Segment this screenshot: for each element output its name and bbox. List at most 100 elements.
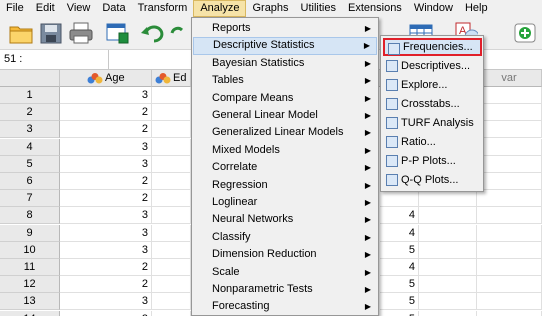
cell-ed[interactable] [152, 259, 191, 276]
save-icon[interactable] [38, 21, 64, 45]
menu-edit[interactable]: Edit [30, 0, 61, 17]
add-icon[interactable] [512, 21, 538, 45]
cell-age[interactable]: 3 [60, 224, 152, 242]
analyze-menu-item[interactable]: Scale ▶ [193, 264, 377, 282]
column-header-ed[interactable]: Ed [152, 70, 191, 87]
row-number[interactable]: 3 [0, 121, 60, 139]
cell-ed[interactable] [152, 276, 191, 294]
cell-var[interactable] [477, 241, 542, 259]
cell-value[interactable]: 4 [380, 207, 419, 225]
cell-ed[interactable] [152, 293, 191, 311]
cell-age[interactable]: 2 [60, 276, 152, 294]
analyze-menu-item[interactable]: Reports ▶ [193, 20, 377, 38]
row-number[interactable]: 7 [0, 190, 60, 208]
cell-var[interactable] [477, 121, 542, 139]
cell-ed[interactable] [152, 173, 191, 190]
cell-ed[interactable] [152, 310, 191, 316]
cell-age[interactable]: 3 [60, 293, 152, 311]
cell-ed[interactable] [152, 104, 191, 122]
cell-var[interactable] [477, 207, 542, 225]
submenu-item[interactable]: Ratio... [383, 133, 482, 151]
dialog-recall-icon[interactable] [104, 21, 130, 45]
row-number[interactable]: 5 [0, 155, 60, 173]
analyze-menu-item[interactable]: Neural Networks ▶ [193, 211, 377, 229]
analyze-menu-item[interactable]: Descriptive Statistics ▶ [193, 37, 377, 55]
print-icon[interactable] [68, 21, 94, 45]
cell-age[interactable]: 2 [60, 190, 152, 208]
cell-ed[interactable] [152, 190, 191, 208]
cell-empty[interactable] [419, 241, 477, 259]
menu-data[interactable]: Data [96, 0, 131, 17]
cell-age[interactable]: 2 [60, 173, 152, 190]
cell-var[interactable] [477, 104, 542, 122]
row-number[interactable]: 2 [0, 104, 60, 122]
analyze-menu-item[interactable]: Forecasting ▶ [193, 298, 377, 316]
cell-empty[interactable] [419, 224, 477, 242]
cell-ed[interactable] [152, 224, 191, 242]
row-number[interactable]: 1 [0, 87, 60, 104]
menu-file[interactable]: File [0, 0, 30, 17]
menu-graphs[interactable]: Graphs [246, 0, 294, 17]
submenu-item[interactable]: TURF Analysis [383, 114, 482, 132]
submenu-item[interactable]: Frequencies... [383, 38, 482, 56]
row-number[interactable]: 13 [0, 293, 60, 311]
menu-view[interactable]: View [61, 0, 97, 17]
cell-var[interactable] [477, 190, 542, 208]
analyze-menu-item[interactable]: General Linear Model ▶ [193, 107, 377, 125]
cell-value[interactable] [380, 190, 419, 208]
cell-var[interactable] [477, 259, 542, 276]
cell-value[interactable]: 4 [380, 259, 419, 276]
submenu-item[interactable]: Crosstabs... [383, 95, 482, 113]
submenu-item[interactable]: Explore... [383, 76, 482, 94]
cell-empty[interactable] [419, 276, 477, 294]
column-header-var[interactable]: var [477, 70, 542, 87]
cell-empty[interactable] [419, 310, 477, 316]
menu-analyze[interactable]: Analyze [193, 0, 247, 17]
analyze-menu-item[interactable]: Nonparametric Tests ▶ [193, 281, 377, 299]
row-number[interactable]: 12 [0, 276, 60, 294]
cell-age[interactable]: 2 [60, 121, 152, 139]
cell-ed[interactable] [152, 121, 191, 139]
analyze-menu-item[interactable]: Regression ▶ [193, 177, 377, 195]
cell-empty[interactable] [419, 259, 477, 276]
cell-age[interactable]: 2 [60, 104, 152, 122]
cell-age[interactable]: 3 [60, 241, 152, 259]
undo-icon[interactable] [140, 21, 166, 45]
row-number[interactable]: 10 [0, 241, 60, 259]
cell-empty[interactable] [419, 207, 477, 225]
cell-ed[interactable] [152, 207, 191, 225]
cell-age[interactable]: 3 [60, 207, 152, 225]
menu-window[interactable]: Window [408, 0, 459, 17]
analyze-menu-item[interactable]: Compare Means ▶ [193, 90, 377, 108]
cell-ed[interactable] [152, 241, 191, 259]
cell-value[interactable]: 5 [380, 293, 419, 311]
analyze-menu-item[interactable]: Loglinear ▶ [193, 194, 377, 212]
menu-transform[interactable]: Transform [132, 0, 194, 17]
row-number[interactable]: 11 [0, 259, 60, 276]
cell-age[interactable]: 3 [60, 87, 152, 104]
cell-var[interactable] [477, 310, 542, 316]
cell-value[interactable]: 5 [380, 276, 419, 294]
analyze-menu-item[interactable]: Bayesian Statistics ▶ [193, 55, 377, 73]
cell-ed[interactable] [152, 87, 191, 104]
cell-ed[interactable] [152, 138, 191, 156]
analyze-menu-item[interactable]: Tables ▶ [193, 72, 377, 90]
cell-value[interactable]: 5 [380, 310, 419, 316]
row-number[interactable]: 9 [0, 224, 60, 242]
cell-value[interactable]: 5 [380, 241, 419, 259]
cell-var[interactable] [477, 173, 542, 190]
row-number[interactable]: 8 [0, 207, 60, 225]
cell-age[interactable]: 2 [60, 259, 152, 276]
menu-extensions[interactable]: Extensions [342, 0, 408, 17]
row-number[interactable]: 6 [0, 173, 60, 190]
cell-age[interactable]: 3 [60, 155, 152, 173]
open-folder-icon[interactable] [8, 21, 34, 45]
cell-age[interactable]: 3 [60, 138, 152, 156]
cell-age[interactable]: 3 [60, 310, 152, 316]
analyze-menu-item[interactable]: Classify ▶ [193, 229, 377, 247]
cell-var[interactable] [477, 293, 542, 311]
analyze-menu-item[interactable]: Generalized Linear Models ▶ [193, 124, 377, 142]
cell-var[interactable] [477, 87, 542, 104]
cell-empty[interactable] [419, 190, 477, 208]
cell-var[interactable] [477, 155, 542, 173]
